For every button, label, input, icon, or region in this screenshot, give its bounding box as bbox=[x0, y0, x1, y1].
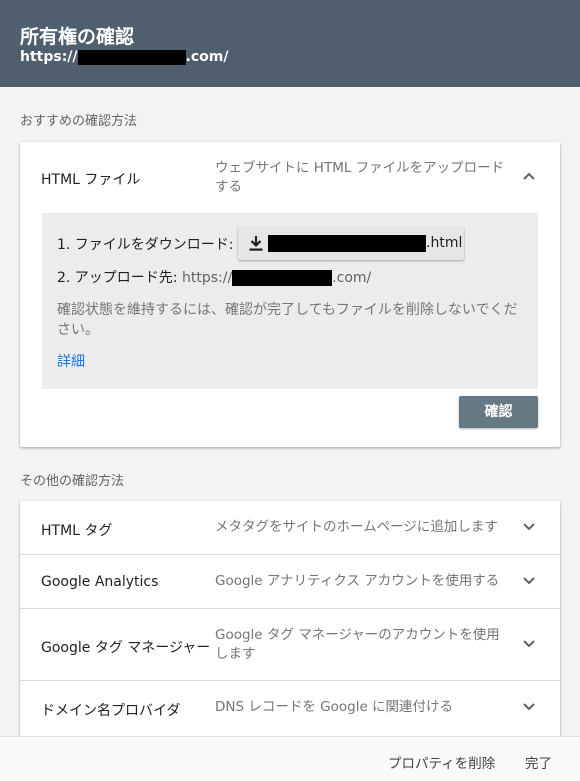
confirm-button[interactable]: 確認 bbox=[459, 396, 538, 428]
property-url: https:// .com/ bbox=[20, 49, 228, 65]
redacted-filename bbox=[268, 235, 426, 252]
step-upload-label: 2. アップロード先: https:// .com/ bbox=[57, 267, 371, 287]
upload-url: https:// .com/ bbox=[182, 270, 371, 286]
method-description: DNS レコードを Google に関連付ける bbox=[215, 699, 454, 715]
keep-file-note: 確認状態を維持するには、確認が完了してもファイルを削除しないでください。 bbox=[57, 302, 518, 338]
done-button[interactable]: 完了 bbox=[525, 752, 552, 772]
dialog-footer: プロパティを削除 完了 bbox=[0, 736, 580, 781]
dialog-header: 所有権の確認 https:// .com/ bbox=[0, 0, 580, 87]
method-description: Google アナリティクス アカウントを使用する bbox=[215, 573, 500, 589]
url-suffix: .com/ bbox=[185, 49, 229, 65]
method-title: Google タグ マネージャー bbox=[41, 640, 211, 656]
method-description: Google タグ マネージャーのアカウントを使用します bbox=[215, 627, 500, 662]
method-row-google-analytics[interactable]: Google Analytics Google アナリティクス アカウントを使用… bbox=[20, 555, 560, 609]
chevron-down-icon[interactable] bbox=[522, 700, 536, 714]
delete-property-button[interactable]: プロパティを削除 bbox=[388, 752, 495, 772]
url-prefix: https:// bbox=[20, 49, 78, 65]
download-file-button[interactable]: .html bbox=[238, 227, 464, 260]
upload-url-prefix: https:// bbox=[181, 270, 233, 286]
method-title: HTML タグ bbox=[41, 523, 113, 539]
chevron-down-icon[interactable] bbox=[522, 574, 536, 588]
step-download-label: 1. ファイルをダウンロード: bbox=[57, 237, 234, 253]
method-title: HTML ファイル bbox=[41, 172, 141, 188]
chevron-down-icon[interactable] bbox=[522, 637, 536, 651]
method-row-domain-provider[interactable]: ドメイン名プロバイダ DNS レコードを Google に関連付ける bbox=[20, 681, 560, 741]
method-row-tag-manager[interactable]: Google タグ マネージャー Google タグ マネージャーのアカウントを… bbox=[20, 609, 560, 681]
method-description: ウェブサイトに HTML ファイルをアップロードする bbox=[215, 160, 505, 195]
dialog-title: 所有権の確認 bbox=[20, 26, 135, 48]
file-extension: .html bbox=[426, 235, 463, 251]
download-icon bbox=[249, 236, 263, 251]
method-row-html-tag[interactable]: HTML タグ メタタグをサイトのホームページに追加します bbox=[20, 501, 560, 555]
html-file-method-header[interactable]: HTML ファイル ウェブサイトに HTML ファイルをアップロードする bbox=[20, 142, 560, 208]
upload-url-suffix: .com/ bbox=[332, 270, 372, 286]
method-title: ドメイン名プロバイダ bbox=[41, 703, 181, 719]
upload-label-text: 2. アップロード先: bbox=[57, 270, 178, 286]
chevron-down-icon[interactable] bbox=[522, 520, 536, 534]
chevron-up-icon[interactable] bbox=[522, 169, 536, 183]
redacted-domain bbox=[232, 270, 333, 286]
method-description: メタタグをサイトのホームページに追加します bbox=[215, 519, 498, 535]
method-title: Google Analytics bbox=[41, 574, 159, 590]
recommended-section-label: おすすめの確認方法 bbox=[20, 114, 138, 129]
details-link[interactable]: 詳細 bbox=[57, 351, 85, 371]
other-section-label: その他の確認方法 bbox=[20, 474, 125, 489]
recommended-method-card: HTML ファイル ウェブサイトに HTML ファイルをアップロードする 1. … bbox=[20, 142, 560, 447]
other-methods-card: HTML タグ メタタグをサイトのホームページに追加します Google Ana… bbox=[20, 501, 560, 741]
redacted-domain bbox=[77, 49, 186, 65]
instructions-panel: 1. ファイルをダウンロード: .html 2. アップロード先: https:… bbox=[42, 213, 538, 389]
